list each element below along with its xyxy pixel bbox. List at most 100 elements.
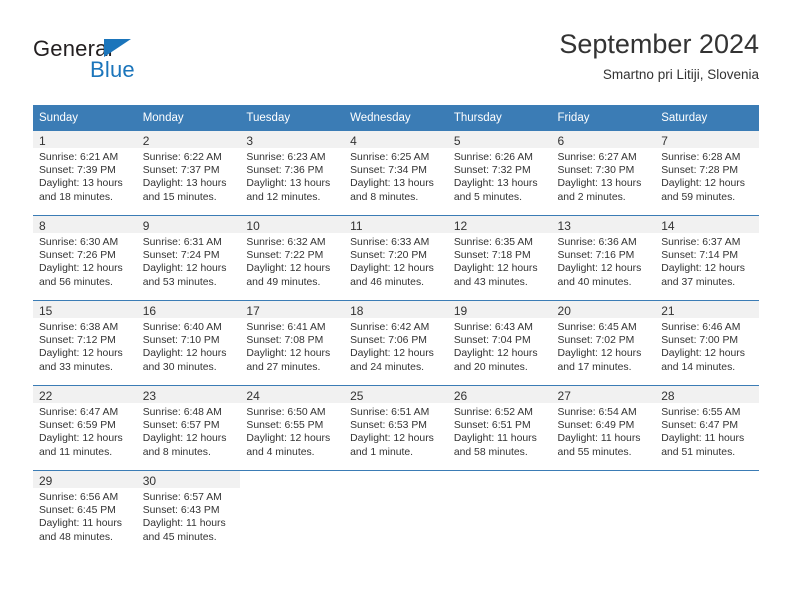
day-number: 5 xyxy=(447,131,552,148)
day-cell[interactable]: 19 Sunrise: 6:43 AM Sunset: 7:04 PM Dayligh… xyxy=(447,300,552,386)
day-cell[interactable]: 20 Sunrise: 6:45 AM Sunset: 7:02 PM Dayligh… xyxy=(551,300,656,386)
sunrise-text: Sunrise: 6:27 AM xyxy=(557,152,637,163)
daylight-text-line2: and 56 minutes. xyxy=(39,276,113,288)
day-number: 12 xyxy=(447,216,552,233)
daylight-text-line1: Daylight: 12 hours xyxy=(142,433,227,445)
daylight-text-line1: Daylight: 12 hours xyxy=(661,178,745,190)
day-cell[interactable]: 30 Sunrise: 6:57 AM Sunset: 6:43 PM Dayligh… xyxy=(136,470,241,555)
day-cell[interactable]: 16 Sunrise: 6:40 AM Sunset: 7:10 PM Dayligh… xyxy=(136,300,241,386)
day-cell[interactable]: 17 Sunrise: 6:41 AM Sunset: 7:08 PM Dayligh… xyxy=(240,300,345,386)
day-cell[interactable]: 6 Sunrise: 6:27 AM Sunset: 7:30 PM Daylight… xyxy=(551,131,656,216)
day-cell[interactable]: 1 Sunrise: 6:21 AM Sunset: 7:39 PM Daylight… xyxy=(33,131,137,216)
day-cell[interactable]: 13 Sunrise: 6:36 AM Sunset: 7:16 PM Dayligh… xyxy=(551,215,656,301)
daylight-text-line2: and 37 minutes. xyxy=(661,276,736,288)
day-cell[interactable]: 26 Sunrise: 6:52 AM Sunset: 6:51 PM Dayligh… xyxy=(447,385,552,471)
sunrise-text: Sunrise: 6:22 AM xyxy=(142,152,222,163)
day-number xyxy=(655,471,759,488)
daylight-text-line1: Daylight: 12 hours xyxy=(557,348,642,360)
day-number: 19 xyxy=(447,301,552,318)
day-cell[interactable]: 21 Sunrise: 6:46 AM Sunset: 7:00 PM Dayligh… xyxy=(655,300,759,386)
daylight-text-line2: and 12 minutes. xyxy=(246,191,321,203)
day-number: 15 xyxy=(33,301,137,318)
daylight-text-line2: and 30 minutes. xyxy=(142,361,217,373)
day-details: Sunrise: 6:27 AM Sunset: 7:30 PM Daylight:… xyxy=(552,148,656,204)
sunrise-text: Sunrise: 6:47 AM xyxy=(39,407,119,418)
daylight-text-line2: and 14 minutes. xyxy=(661,361,736,373)
day-number: 18 xyxy=(344,301,448,318)
general-blue-logo[interactable]: General Blue xyxy=(33,36,213,86)
sunrise-text: Sunrise: 6:50 AM xyxy=(246,407,326,418)
day-number: 9 xyxy=(136,216,241,233)
day-cell[interactable]: 25 Sunrise: 6:51 AM Sunset: 6:53 PM Dayligh… xyxy=(344,385,448,471)
day-cell[interactable]: 3 Sunrise: 6:23 AM Sunset: 7:36 PM Daylight… xyxy=(240,131,345,216)
week-row: 1 Sunrise: 6:21 AM Sunset: 7:39 PM Daylight… xyxy=(33,131,759,216)
sunset-text: Sunset: 7:28 PM xyxy=(661,165,739,177)
day-cell[interactable]: 11 Sunrise: 6:33 AM Sunset: 7:20 PM Dayligh… xyxy=(344,215,448,301)
day-details: Sunrise: 6:31 AM Sunset: 7:24 PM Daylight:… xyxy=(137,233,241,289)
sunset-text: Sunset: 7:20 PM xyxy=(350,250,427,262)
calendar-body: 1 Sunrise: 6:21 AM Sunset: 7:39 PM Daylight… xyxy=(33,131,759,555)
day-cell-empty xyxy=(447,470,552,555)
sunset-text: Sunset: 7:18 PM xyxy=(453,250,531,262)
sunrise-text: Sunrise: 6:54 AM xyxy=(557,407,637,418)
day-cell[interactable]: 12 Sunrise: 6:35 AM Sunset: 7:18 PM Dayligh… xyxy=(447,215,552,301)
sunset-text: Sunset: 7:00 PM xyxy=(661,335,739,347)
sunrise-text: Sunrise: 6:26 AM xyxy=(453,152,533,163)
sunrise-text: Sunrise: 6:48 AM xyxy=(142,407,222,418)
day-cell[interactable]: 27 Sunrise: 6:54 AM Sunset: 6:49 PM Dayligh… xyxy=(551,385,656,471)
day-details: Sunrise: 6:41 AM Sunset: 7:08 PM Daylight:… xyxy=(240,318,344,374)
sunset-text: Sunset: 7:34 PM xyxy=(350,165,427,177)
day-details: Sunrise: 6:22 AM Sunset: 7:37 PM Daylight:… xyxy=(137,148,241,204)
daylight-text-line2: and 55 minutes. xyxy=(557,446,632,458)
day-number: 17 xyxy=(240,301,345,318)
weekday-header-monday: Monday xyxy=(136,105,241,131)
daylight-text-line2: and 27 minutes. xyxy=(246,361,321,373)
day-number: 20 xyxy=(551,301,656,318)
sunrise-text: Sunrise: 6:36 AM xyxy=(557,237,637,248)
day-number: 28 xyxy=(655,386,759,403)
weekday-header-friday: Friday xyxy=(551,105,656,131)
day-cell[interactable]: 28 Sunrise: 6:55 AM Sunset: 6:47 PM Dayligh… xyxy=(655,385,759,471)
day-details: Sunrise: 6:46 AM Sunset: 7:00 PM Daylight:… xyxy=(655,318,759,374)
day-cell[interactable]: 29 Sunrise: 6:56 AM Sunset: 6:45 PM Dayligh… xyxy=(33,470,137,555)
day-cell[interactable]: 23 Sunrise: 6:48 AM Sunset: 6:57 PM Dayligh… xyxy=(136,385,241,471)
sunrise-text: Sunrise: 6:32 AM xyxy=(246,237,326,248)
day-cell[interactable]: 4 Sunrise: 6:25 AM Sunset: 7:34 PM Daylight… xyxy=(344,131,448,216)
day-details: Sunrise: 6:55 AM Sunset: 6:47 PM Daylight:… xyxy=(655,403,759,459)
daylight-text-line2: and 17 minutes. xyxy=(557,361,632,373)
day-number: 23 xyxy=(136,386,241,403)
day-cell[interactable]: 10 Sunrise: 6:32 AM Sunset: 7:22 PM Dayligh… xyxy=(240,215,345,301)
day-cell[interactable]: 5 Sunrise: 6:26 AM Sunset: 7:32 PM Daylight… xyxy=(447,131,552,216)
day-details: Sunrise: 6:56 AM Sunset: 6:45 PM Daylight:… xyxy=(33,488,137,544)
day-cell[interactable]: 9 Sunrise: 6:31 AM Sunset: 7:24 PM Daylight… xyxy=(136,215,241,301)
day-cell[interactable]: 8 Sunrise: 6:30 AM Sunset: 7:26 PM Daylight… xyxy=(33,215,137,301)
title-block: September 2024 Smartno pri Litiji, Slove… xyxy=(559,28,759,85)
daylight-text-line1: Daylight: 11 hours xyxy=(453,433,537,445)
day-cell[interactable]: 2 Sunrise: 6:22 AM Sunset: 7:37 PM Daylight… xyxy=(136,131,241,216)
page-subtitle: Smartno pri Litiji, Slovenia xyxy=(602,67,759,82)
day-cell[interactable]: 24 Sunrise: 6:50 AM Sunset: 6:55 PM Dayligh… xyxy=(240,385,345,471)
sunset-text: Sunset: 6:59 PM xyxy=(39,420,116,432)
daylight-text-line2: and 43 minutes. xyxy=(453,276,528,288)
sunset-text: Sunset: 7:14 PM xyxy=(661,250,739,262)
daylight-text-line1: Daylight: 13 hours xyxy=(453,178,538,190)
sunset-text: Sunset: 7:02 PM xyxy=(557,335,635,347)
day-cell[interactable]: 15 Sunrise: 6:38 AM Sunset: 7:12 PM Dayligh… xyxy=(33,300,137,386)
sunrise-text: Sunrise: 6:31 AM xyxy=(142,237,222,248)
day-cell[interactable]: 18 Sunrise: 6:42 AM Sunset: 7:06 PM Dayligh… xyxy=(344,300,448,386)
day-cell[interactable]: 7 Sunrise: 6:28 AM Sunset: 7:28 PM Daylight… xyxy=(655,131,759,216)
daylight-text-line2: and 59 minutes. xyxy=(661,191,736,203)
sunset-text: Sunset: 7:30 PM xyxy=(557,165,635,177)
sunset-text: Sunset: 7:22 PM xyxy=(246,250,324,262)
day-cell[interactable]: 22 Sunrise: 6:47 AM Sunset: 6:59 PM Dayligh… xyxy=(33,385,137,471)
day-cell-empty xyxy=(551,470,656,555)
daylight-text-line1: Daylight: 12 hours xyxy=(350,433,434,445)
day-details: Sunrise: 6:47 AM Sunset: 6:59 PM Daylight:… xyxy=(33,403,137,459)
day-cell[interactable]: 14 Sunrise: 6:37 AM Sunset: 7:14 PM Dayligh… xyxy=(655,215,759,301)
calendar-page: General Blue September 2024 Smartno pri … xyxy=(0,0,792,612)
day-number: 10 xyxy=(240,216,345,233)
day-details: Sunrise: 6:36 AM Sunset: 7:16 PM Daylight:… xyxy=(552,233,656,289)
day-number: 2 xyxy=(136,131,241,148)
sunrise-text: Sunrise: 6:56 AM xyxy=(39,492,119,503)
day-details: Sunrise: 6:30 AM Sunset: 7:26 PM Daylight:… xyxy=(33,233,137,289)
